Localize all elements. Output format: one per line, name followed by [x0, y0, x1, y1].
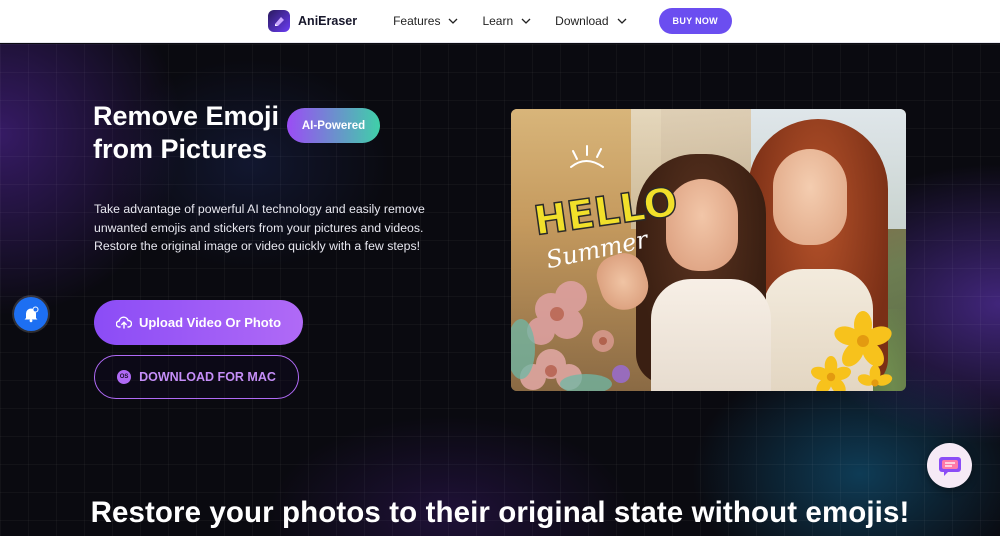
top-navigation: AniEraser Features Learn Download BUY NO… — [0, 0, 1000, 43]
chevron-down-icon — [521, 18, 531, 24]
flower-sticker-pink — [520, 281, 614, 390]
brand-name: AniEraser — [298, 14, 358, 28]
brand-logo-icon — [268, 10, 291, 32]
flower-sticker-yellow — [810, 311, 893, 391]
chevron-down-icon — [617, 18, 626, 24]
chevron-down-icon — [448, 18, 458, 24]
hero-description: Take advantage of powerful AI technology… — [94, 202, 425, 253]
nav-item-features[interactable]: Features — [393, 14, 458, 28]
bell-icon — [24, 306, 39, 323]
nav-item-download[interactable]: Download — [555, 14, 626, 28]
nav-item-label: Learn — [482, 14, 514, 28]
upload-button-label: Upload Video Or Photo — [138, 315, 282, 330]
page-title: Remove Emoji from Pictures — [93, 101, 280, 164]
hero-section: Remove Emoji from Pictures AI-Powered Ta… — [0, 44, 1000, 536]
download-for-mac-button[interactable]: OS DOWNLOAD FOR MAC — [94, 355, 299, 399]
sticker-overlay: HELLO Summer — [511, 145, 893, 391]
chat-icon — [938, 456, 961, 476]
notification-bell-button[interactable] — [14, 297, 48, 331]
chat-support-button[interactable] — [927, 443, 972, 488]
cloud-upload-icon — [115, 316, 132, 329]
nav-item-learn[interactable]: Learn — [482, 14, 531, 28]
macos-icon: OS — [117, 370, 132, 384]
nav-inner: AniEraser Features Learn Download BUY NO… — [268, 0, 732, 42]
hero-sample-photo: HELLO Summer — [511, 109, 906, 391]
nav-item-label: Features — [393, 14, 441, 28]
buy-now-button[interactable]: BUY NOW — [658, 8, 732, 34]
purple-dot-sticker — [612, 365, 630, 383]
brand[interactable]: AniEraser — [268, 10, 357, 32]
upload-video-or-photo-button[interactable]: Upload Video Or Photo — [94, 300, 303, 345]
nav-item-label: Download — [555, 14, 609, 28]
section-heading: Restore your photos to their original st… — [90, 496, 910, 529]
mac-button-label: DOWNLOAD FOR MAC — [139, 370, 276, 384]
ai-powered-badge: AI-Powered — [287, 108, 380, 143]
sunburst-icon — [570, 145, 604, 168]
